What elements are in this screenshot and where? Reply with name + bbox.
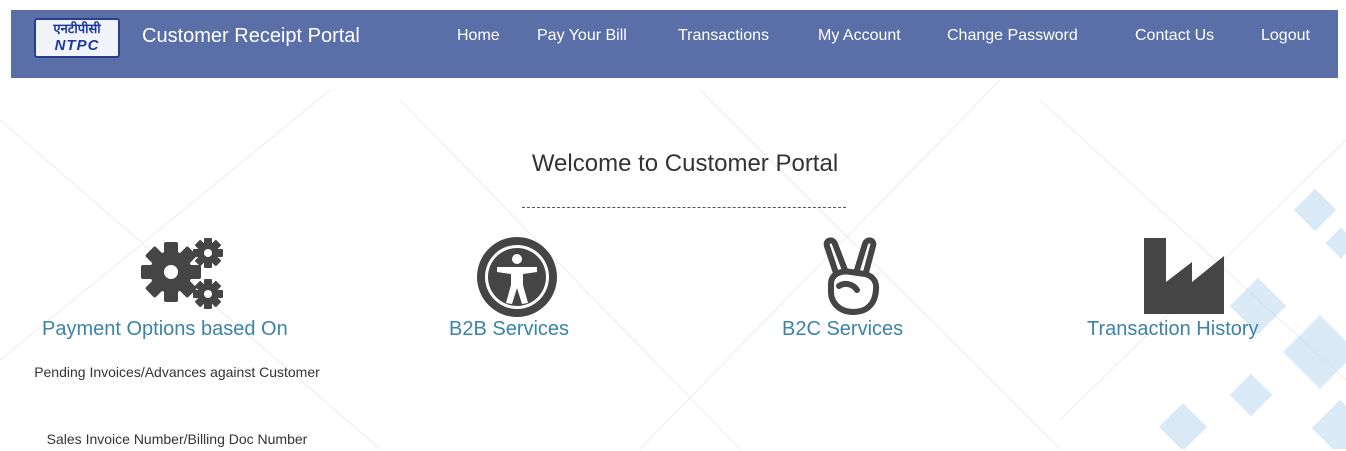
tile-title-b2c-services[interactable]: B2C Services	[782, 318, 903, 341]
ntpc-logo[interactable]: एनटीपीसी NTPC	[34, 18, 120, 58]
tile-title-transaction-history[interactable]: Transaction History	[1087, 318, 1259, 341]
peace-hand-icon[interactable]	[821, 236, 883, 316]
accessibility-icon[interactable]	[477, 237, 557, 317]
nav-change-password[interactable]: Change Password	[947, 27, 1078, 45]
gears-icon[interactable]	[138, 236, 230, 314]
nav-home[interactable]: Home	[457, 27, 500, 45]
nav-transactions[interactable]: Transactions	[678, 27, 769, 45]
nav-contact-us[interactable]: Contact Us	[1135, 27, 1214, 45]
logo-hindi-text: एनटीपीसी	[53, 21, 101, 36]
welcome-divider	[522, 207, 846, 208]
welcome-heading: Welcome to Customer Portal	[531, 150, 839, 177]
payment-option-pending-invoices[interactable]: Pending Invoices/Advances against Custom…	[22, 361, 332, 384]
tile-title-b2b-services[interactable]: B2B Services	[449, 318, 569, 341]
nav-pay-your-bill[interactable]: Pay Your Bill	[537, 27, 627, 45]
nav-my-account[interactable]: My Account	[818, 27, 901, 45]
factory-icon[interactable]	[1144, 238, 1226, 314]
brand-title[interactable]: Customer Receipt Portal	[142, 25, 360, 48]
logo-text: NTPC	[54, 37, 100, 54]
tile-title-payment-options[interactable]: Payment Options based On	[42, 318, 288, 341]
nav-logout[interactable]: Logout	[1261, 27, 1310, 45]
top-navbar: एनटीपीसी NTPC Customer Receipt Portal Ho…	[11, 10, 1338, 78]
payment-option-sales-invoice[interactable]: Sales Invoice Number/Billing Doc Number	[22, 428, 332, 451]
